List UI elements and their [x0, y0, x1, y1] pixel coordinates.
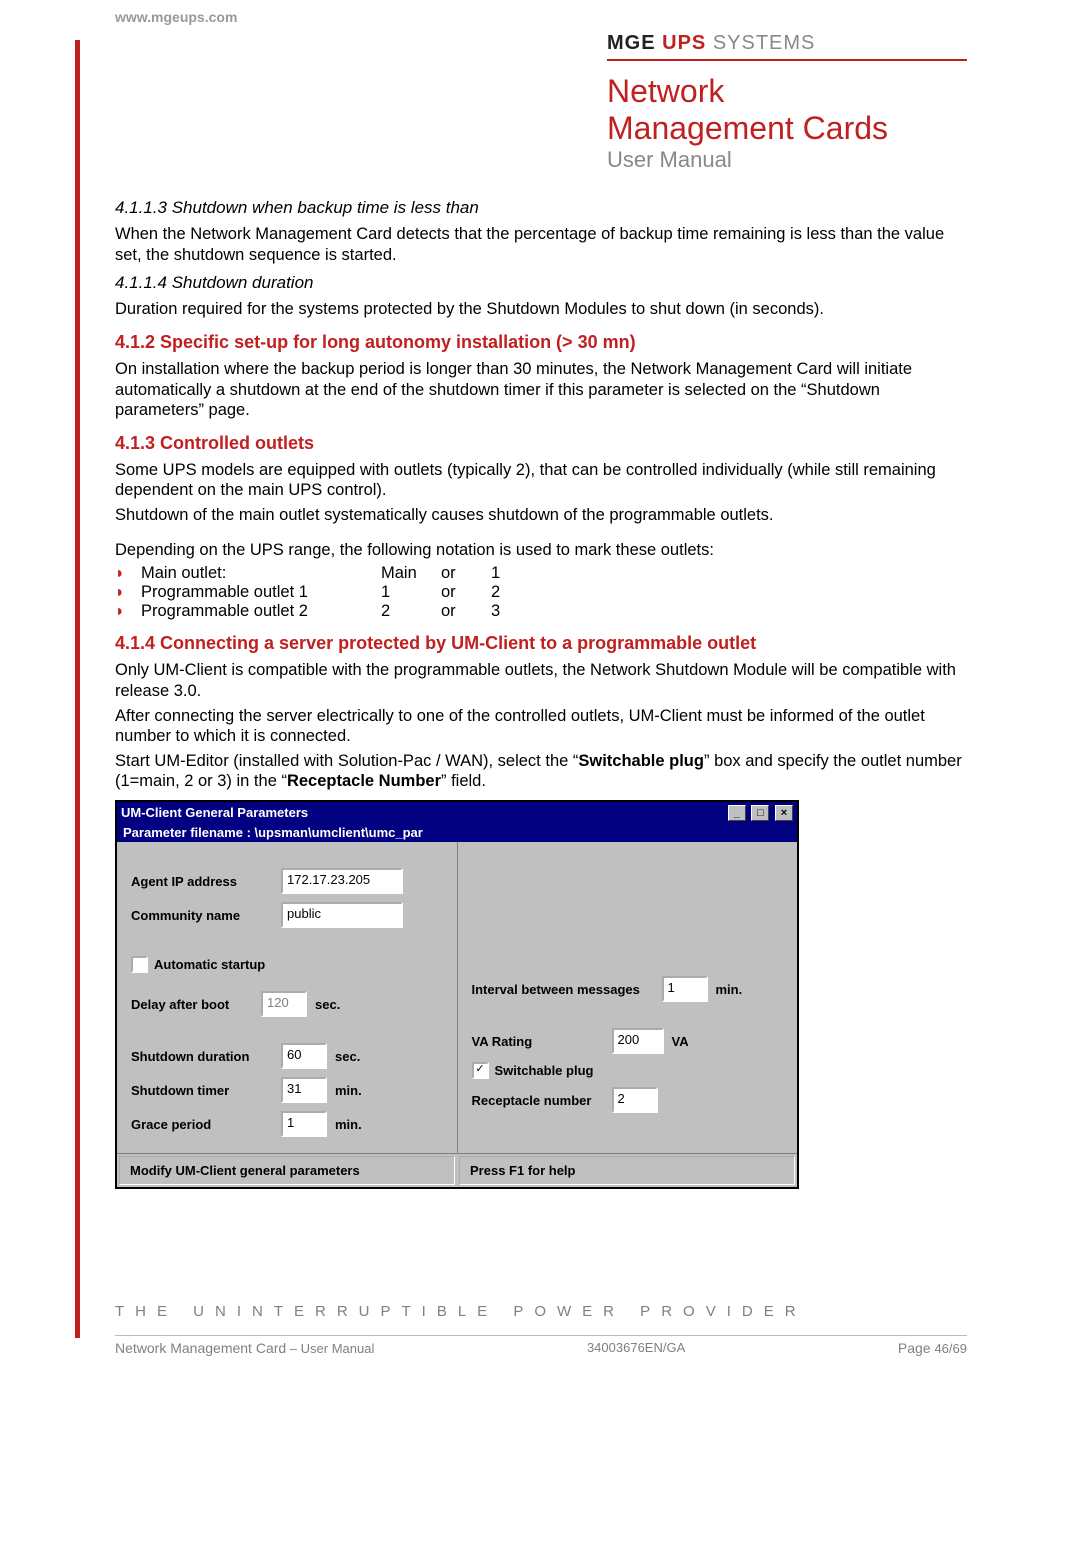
- window-titlebar[interactable]: UM-Client General Parameters _ □ ×: [117, 802, 797, 823]
- footer-left: Network Management Card – User Manual: [115, 1340, 374, 1356]
- va-label: VA Rating: [472, 1034, 612, 1049]
- delay-input[interactable]: 120: [261, 991, 307, 1017]
- receptacle-label: Receptacle number: [472, 1093, 612, 1108]
- window-controls: _ □ ×: [726, 804, 793, 821]
- text-414c-d: Receptacle Number: [287, 772, 441, 790]
- text-413a: Some UPS models are equipped with outlet…: [115, 460, 967, 501]
- text-414c: Start UM-Editor (installed with Solution…: [115, 751, 967, 792]
- outlet-c3: 1: [491, 564, 531, 583]
- header-right: MGE UPS SYSTEMS Network Management Cards…: [607, 32, 967, 173]
- heading-4113: 4.1.1.3 Shutdown when backup time is les…: [115, 198, 967, 218]
- community-label: Community name: [131, 908, 281, 923]
- doc-subtitle: User Manual: [607, 147, 967, 173]
- delay-unit: sec.: [315, 997, 340, 1012]
- maximize-button[interactable]: □: [751, 805, 769, 821]
- shutdown-dur-input[interactable]: 60: [281, 1043, 327, 1069]
- footer-right: Page 46/69: [898, 1340, 967, 1356]
- shutdown-timer-unit: min.: [335, 1083, 362, 1098]
- shutdown-timer-label: Shutdown timer: [131, 1083, 281, 1098]
- left-pane: Agent IP address 172.17.23.205 Community…: [117, 842, 458, 1153]
- doc-title-line1: Network: [607, 73, 967, 110]
- footer-center: 34003676EN/GA: [587, 1340, 685, 1356]
- community-input[interactable]: public: [281, 902, 403, 928]
- heading-413: 4.1.3 Controlled outlets: [115, 433, 967, 454]
- agent-ip-input[interactable]: 172.17.23.205: [281, 868, 403, 894]
- footer-right-b: 46/69: [934, 1341, 967, 1356]
- left-stripe: [75, 40, 80, 1338]
- interval-input[interactable]: 1: [662, 976, 708, 1002]
- close-button[interactable]: ×: [775, 805, 793, 821]
- brand-underline: [607, 59, 967, 61]
- switchable-label: Switchable plug: [495, 1063, 594, 1078]
- interval-label: Interval between messages: [472, 982, 662, 997]
- outlet-c1: Main: [381, 564, 441, 583]
- content: 4.1.1.3 Shutdown when backup time is les…: [115, 190, 967, 1189]
- text-413c: Depending on the UPS range, the followin…: [115, 540, 967, 561]
- delay-label: Delay after boot: [131, 997, 261, 1012]
- outlet-label: Programmable outlet 2: [141, 602, 381, 621]
- page-footer: Network Management Card – User Manual 34…: [115, 1335, 967, 1356]
- status-right: Press F1 for help: [459, 1156, 795, 1185]
- brand-ups: UPS: [662, 32, 706, 54]
- interval-unit: min.: [716, 982, 743, 997]
- text-4114: Duration required for the systems protec…: [115, 299, 967, 320]
- footer-left-b: – User Manual: [286, 1341, 374, 1356]
- brand-mge: MGE: [607, 32, 656, 54]
- um-client-window: UM-Client General Parameters _ □ × Param…: [115, 800, 799, 1189]
- right-pane: Interval between messages 1 min. VA Rati…: [458, 842, 798, 1153]
- text-414b: After connecting the server electrically…: [115, 706, 967, 747]
- outlet-c3: 2: [491, 583, 531, 602]
- outlet-row-1: ◗ Programmable outlet 1 1 or 2: [115, 583, 967, 602]
- outlet-c1: 2: [381, 602, 441, 621]
- text-414c-e: ” field.: [441, 772, 486, 790]
- header-url: www.mgeups.com: [115, 9, 237, 25]
- receptacle-input[interactable]: 2: [612, 1087, 658, 1113]
- va-unit: VA: [672, 1034, 689, 1049]
- bullet-icon: ◗: [115, 565, 141, 583]
- footer-left-a: Network Management Card: [115, 1340, 286, 1356]
- outlet-label: Programmable outlet 1: [141, 583, 381, 602]
- minimize-button[interactable]: _: [728, 805, 746, 821]
- auto-startup-label: Automatic startup: [154, 957, 265, 972]
- switchable-checkbox[interactable]: ✓: [472, 1062, 489, 1079]
- doc-title-line2: Management Cards: [607, 110, 967, 147]
- footer-right-a: Page: [898, 1340, 935, 1356]
- bullet-icon: ◗: [115, 603, 141, 621]
- status-bar: Modify UM-Client general parameters Pres…: [117, 1153, 797, 1187]
- text-414c-b: Switchable plug: [578, 752, 704, 770]
- brand-systems: SYSTEMS: [713, 32, 816, 54]
- grace-input[interactable]: 1: [281, 1111, 327, 1137]
- heading-414: 4.1.4 Connecting a server protected by U…: [115, 633, 967, 654]
- outlet-c1: 1: [381, 583, 441, 602]
- shutdown-dur-unit: sec.: [335, 1049, 360, 1064]
- agent-ip-label: Agent IP address: [131, 874, 281, 889]
- outlet-row-0: ◗ Main outlet: Main or 1: [115, 564, 967, 583]
- window-title: UM-Client General Parameters: [121, 805, 308, 820]
- grace-unit: min.: [335, 1117, 362, 1132]
- text-413b: Shutdown of the main outlet systematical…: [115, 505, 967, 526]
- heading-412: 4.1.2 Specific set-up for long autonomy …: [115, 332, 967, 353]
- text-414a: Only UM-Client is compatible with the pr…: [115, 660, 967, 701]
- tagline: THE UNINTERRUPTIBLE POWER PROVIDER: [115, 1303, 807, 1320]
- outlet-label: Main outlet:: [141, 564, 381, 583]
- text-412: On installation where the backup period …: [115, 359, 967, 421]
- outlet-c2: or: [441, 602, 491, 621]
- outlet-c2: or: [441, 564, 491, 583]
- grace-label: Grace period: [131, 1117, 281, 1132]
- outlet-c3: 3: [491, 602, 531, 621]
- status-left: Modify UM-Client general parameters: [119, 1156, 455, 1185]
- text-4113: When the Network Management Card detects…: [115, 224, 967, 265]
- shutdown-timer-input[interactable]: 31: [281, 1077, 327, 1103]
- shutdown-dur-label: Shutdown duration: [131, 1049, 281, 1064]
- auto-startup-checkbox[interactable]: [131, 956, 148, 973]
- heading-4114: 4.1.1.4 Shutdown duration: [115, 273, 967, 293]
- bullet-icon: ◗: [115, 584, 141, 602]
- text-414c-a: Start UM-Editor (installed with Solution…: [115, 752, 578, 770]
- va-input[interactable]: 200: [612, 1028, 664, 1054]
- outlet-row-2: ◗ Programmable outlet 2 2 or 3: [115, 602, 967, 621]
- brand-row: MGE UPS SYSTEMS: [607, 32, 967, 57]
- window-subtitle: Parameter filename : \upsman\umclient\um…: [117, 823, 797, 842]
- outlet-c2: or: [441, 583, 491, 602]
